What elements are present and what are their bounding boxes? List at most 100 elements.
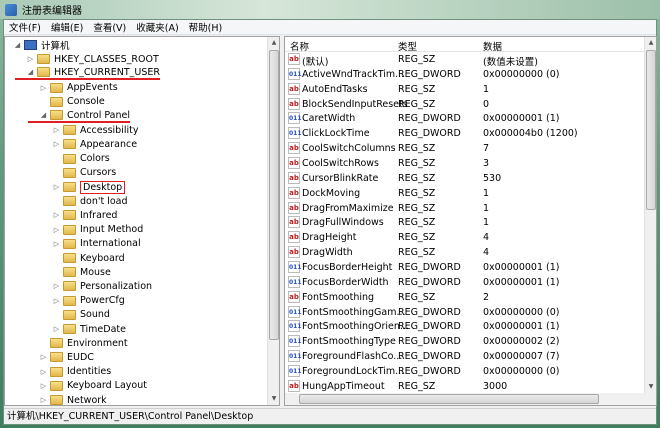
tree-node[interactable]: ▷ PowerCfg — [52, 294, 125, 308]
column-data[interactable]: 数据 — [483, 39, 502, 53]
tree-node[interactable]: Mouse — [52, 265, 111, 279]
tree-node-label[interactable]: EUDC — [67, 352, 94, 363]
tree-node-label[interactable]: Console — [67, 96, 105, 107]
tree-node[interactable]: ◢ 计算机 — [13, 38, 70, 52]
expand-icon[interactable]: ▷ — [52, 211, 61, 219]
tree-node[interactable]: ▷ Input Method — [52, 223, 143, 237]
value-row[interactable]: ab (默认) REG_SZ (数值未设置) — [285, 52, 645, 68]
tree-node-label[interactable]: PowerCfg — [80, 295, 125, 306]
value-row[interactable]: ab CoolSwitchColumns REG_SZ 7 — [285, 141, 645, 156]
tree-node[interactable]: ▷ Personalization — [52, 279, 152, 293]
tree-node[interactable]: ▷ Network — [39, 393, 107, 406]
value-row[interactable]: 011 FontSmoothingGam... REG_DWORD 0x0000… — [285, 305, 645, 320]
tree-node-label[interactable]: International — [80, 238, 141, 249]
expand-icon[interactable]: ▷ — [52, 325, 61, 333]
value-row[interactable]: ab DragFromMaximize REG_SZ 1 — [285, 201, 645, 216]
scroll-down-icon[interactable]: ▼ — [645, 381, 656, 393]
tree-node-label[interactable]: Mouse — [80, 267, 111, 278]
list-scrollbar[interactable]: ▲ ▼ — [644, 37, 656, 405]
tree-node[interactable]: ▷ Accessibility — [52, 123, 139, 137]
value-row[interactable]: 011 FontSmoothingType REG_DWORD 0x000000… — [285, 334, 645, 349]
value-row[interactable]: 011 FocusBorderHeight REG_DWORD 0x000000… — [285, 260, 645, 275]
tree-node[interactable]: ▷ International — [52, 237, 141, 251]
menu-item[interactable]: 收藏夹(A) — [131, 20, 183, 34]
tree-node[interactable]: ▷ Identities — [39, 365, 111, 379]
collapse-icon[interactable]: ◢ — [26, 68, 35, 76]
tree-node-label[interactable]: Cursors — [80, 167, 116, 178]
value-row[interactable]: ab DockMoving REG_SZ 1 — [285, 186, 645, 201]
tree-node[interactable]: ▷ EUDC — [39, 350, 94, 364]
tree-node-label[interactable]: Personalization — [80, 281, 152, 292]
tree-node[interactable]: ▷ HKEY_CLASSES_ROOT — [26, 52, 159, 66]
scroll-up-icon[interactable]: ▲ — [645, 37, 656, 49]
tree-node-label[interactable]: Accessibility — [80, 125, 138, 136]
collapse-icon[interactable]: ◢ — [13, 41, 22, 49]
tree-node-label[interactable]: Control Panel — [67, 110, 130, 121]
expand-icon[interactable]: ▷ — [52, 226, 61, 234]
tree-node-label[interactable]: HKEY_CURRENT_USER — [54, 67, 160, 78]
expand-icon[interactable]: ▷ — [39, 368, 48, 376]
expand-icon[interactable]: ▷ — [52, 183, 61, 191]
tree-node[interactable]: Console — [39, 95, 105, 109]
menu-item[interactable]: 编辑(E) — [46, 20, 88, 34]
tree-node-label[interactable]: AppEvents — [67, 82, 118, 93]
tree-node-label[interactable]: Keyboard — [80, 253, 125, 264]
value-row[interactable]: 011 ForegroundLockTim... REG_DWORD 0x000… — [285, 364, 645, 379]
tree-node-label[interactable]: Desktop — [80, 180, 126, 194]
value-row[interactable]: 011 CaretWidth REG_DWORD 0x00000001 (1) — [285, 111, 645, 126]
tree-node[interactable]: ▷ Infrared — [52, 208, 118, 222]
tree-node-label[interactable]: Appearance — [80, 139, 137, 150]
scroll-down-icon[interactable]: ▼ — [268, 393, 279, 405]
collapse-icon[interactable]: ◢ — [39, 111, 48, 119]
expand-icon[interactable]: ▷ — [39, 353, 48, 361]
value-row[interactable]: 011 ClickLockTime REG_DWORD 0x000004b0 (… — [285, 126, 645, 141]
tree-node-label[interactable]: Input Method — [80, 224, 143, 235]
value-row[interactable]: 011 ForegroundFlashCo... REG_DWORD 0x000… — [285, 349, 645, 364]
value-row[interactable]: ab AutoEndTasks REG_SZ 1 — [285, 82, 645, 97]
tree-scrollbar[interactable]: ▲ ▼ — [267, 37, 279, 405]
tree-node[interactable]: ▷ Desktop — [52, 180, 126, 194]
value-row[interactable]: ab DragFullWindows REG_SZ 1 — [285, 215, 645, 230]
tree-node-label[interactable]: Network — [67, 395, 107, 406]
tree-node-label[interactable]: Identities — [67, 366, 111, 377]
value-row[interactable]: ab HungAppTimeout REG_SZ 3000 — [285, 379, 645, 394]
tree-node[interactable]: ▷ Keyboard Layout — [39, 379, 147, 393]
expand-icon[interactable]: ▷ — [52, 126, 61, 134]
expand-icon[interactable]: ▷ — [26, 55, 35, 63]
scroll-thumb[interactable] — [646, 50, 656, 210]
scroll-thumb[interactable] — [269, 50, 279, 340]
expand-icon[interactable]: ▷ — [52, 140, 61, 148]
value-row[interactable]: 011 FontSmoothingOrien... REG_DWORD 0x00… — [285, 319, 645, 334]
expand-icon[interactable]: ▷ — [52, 297, 61, 305]
list-hscrollbar[interactable] — [285, 393, 645, 405]
menu-item[interactable]: 帮助(H) — [184, 20, 228, 34]
column-type[interactable]: 类型 — [398, 39, 417, 53]
value-row[interactable]: 011 ActiveWndTrackTim... REG_DWORD 0x000… — [285, 67, 645, 82]
value-row[interactable]: ab CoolSwitchRows REG_SZ 3 — [285, 156, 645, 171]
tree-node-label[interactable]: Colors — [80, 153, 110, 164]
expand-icon[interactable]: ▷ — [39, 382, 48, 390]
tree-node[interactable]: Colors — [52, 152, 110, 166]
value-row[interactable]: 011 FocusBorderWidth REG_DWORD 0x0000000… — [285, 275, 645, 290]
tree-node[interactable]: Keyboard — [52, 251, 125, 265]
tree-node-label[interactable]: Infrared — [80, 210, 117, 221]
tree-node[interactable]: ▷ TimeDate — [52, 322, 126, 336]
tree-node-label[interactable]: TimeDate — [80, 324, 126, 335]
tree-node[interactable]: ◢ HKEY_CURRENT_USER — [15, 66, 160, 81]
value-row[interactable]: ab CursorBlinkRate REG_SZ 530 — [285, 171, 645, 186]
tree-node-label[interactable]: Environment — [67, 338, 128, 349]
value-row[interactable]: ab DragHeight REG_SZ 4 — [285, 230, 645, 245]
expand-icon[interactable]: ▷ — [52, 282, 61, 290]
column-name[interactable]: 名称 — [290, 39, 309, 53]
tree-node[interactable]: ◢ Control Panel — [28, 109, 130, 123]
tree-node-label[interactable]: 计算机 — [41, 38, 70, 52]
tree-node-label[interactable]: Sound — [80, 309, 110, 320]
expand-icon[interactable]: ▷ — [39, 396, 48, 404]
menu-item[interactable]: 文件(F) — [4, 20, 46, 34]
tree-node[interactable]: don't load — [52, 194, 128, 208]
tree-node[interactable]: ▷ Appearance — [52, 137, 137, 151]
tree-node[interactable]: Environment — [39, 336, 128, 350]
menu-item[interactable]: 查看(V) — [88, 20, 131, 34]
tree-node-label[interactable]: Keyboard Layout — [67, 380, 147, 391]
expand-icon[interactable]: ▷ — [52, 240, 61, 248]
